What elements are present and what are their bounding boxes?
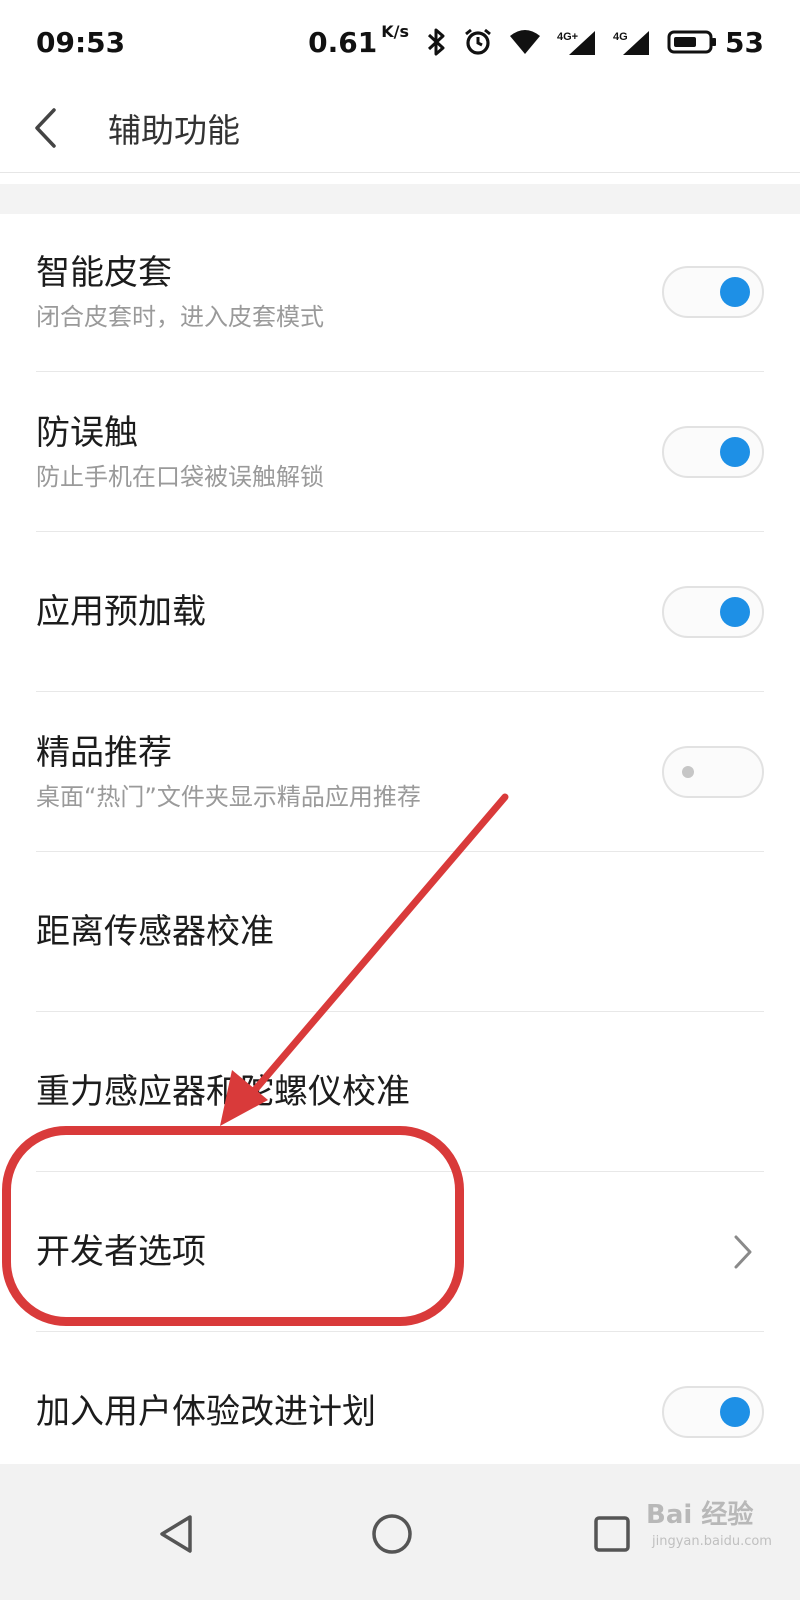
toggle-knob bbox=[720, 437, 750, 467]
page-title: 辅助功能 bbox=[108, 111, 240, 150]
svg-text:4G+: 4G+ bbox=[557, 31, 578, 43]
setting-texts: 精品推荐 桌面“热门”文件夹显示精品应用推荐 bbox=[36, 692, 421, 852]
ux-improvement-toggle[interactable] bbox=[662, 1386, 764, 1438]
app-bar: 辅助功能 bbox=[0, 84, 800, 173]
back-button[interactable] bbox=[0, 84, 90, 172]
recents-square-icon bbox=[594, 1516, 630, 1552]
setting-texts: 智能皮套 闭合皮套时，进入皮套模式 bbox=[36, 212, 324, 372]
status-bar: 09:53 0.61 K/s 4G+ 4G 53 bbox=[0, 0, 800, 84]
nav-home-button[interactable] bbox=[366, 1508, 418, 1560]
alarm-icon bbox=[463, 27, 493, 57]
setting-subtitle: 闭合皮套时，进入皮套模式 bbox=[36, 303, 324, 331]
setting-smart-cover[interactable]: 智能皮套 闭合皮套时，进入皮套模式 bbox=[0, 212, 800, 372]
setting-title: 加入用户体验改进计划 bbox=[36, 1392, 376, 1432]
svg-text:4G: 4G bbox=[613, 31, 628, 43]
setting-texts: 距离传感器校准 bbox=[36, 852, 274, 1012]
net-speed: 0.61 K/s bbox=[308, 22, 409, 59]
back-triangle-icon bbox=[160, 1515, 192, 1553]
nav-recents-button[interactable] bbox=[586, 1508, 638, 1560]
net-speed-unit: K/s bbox=[381, 21, 410, 41]
net-speed-value: 0.61 bbox=[308, 25, 378, 59]
setting-title: 智能皮套 bbox=[36, 253, 172, 293]
setting-title: 距离传感器校准 bbox=[36, 912, 274, 952]
setting-featured-recommend[interactable]: 精品推荐 桌面“热门”文件夹显示精品应用推荐 bbox=[0, 692, 800, 852]
smart-cover-toggle[interactable] bbox=[662, 266, 764, 318]
nav-back-button[interactable] bbox=[150, 1508, 202, 1560]
toggle-knob bbox=[720, 597, 750, 627]
watermark-text: Bai 经验 bbox=[646, 1500, 754, 1530]
anti-mistouch-toggle[interactable] bbox=[662, 426, 764, 478]
setting-subtitle: 防止手机在口袋被误触解锁 bbox=[36, 463, 324, 491]
setting-title: 精品推荐 bbox=[36, 733, 172, 773]
app-preload-toggle[interactable] bbox=[662, 586, 764, 638]
toggle-knob bbox=[682, 766, 694, 778]
battery-icon bbox=[667, 30, 717, 54]
setting-title: 应用预加载 bbox=[36, 592, 206, 632]
signal-4g-icon: 4G bbox=[613, 28, 651, 56]
watermark-url: jingyan.baidu.com bbox=[652, 1534, 772, 1549]
annotation-highlight-circle bbox=[2, 1126, 464, 1326]
toggle-knob bbox=[720, 1397, 750, 1427]
setting-subtitle: 桌面“热门”文件夹显示精品应用推荐 bbox=[36, 783, 421, 811]
status-time: 09:53 bbox=[36, 25, 126, 59]
setting-anti-mistouch[interactable]: 防误触 防止手机在口袋被误触解锁 bbox=[0, 372, 800, 532]
section-divider bbox=[0, 184, 800, 214]
setting-app-preload[interactable]: 应用预加载 bbox=[0, 532, 800, 692]
navigation-bar bbox=[0, 1464, 800, 1600]
battery: 53 bbox=[667, 26, 764, 59]
home-circle-icon bbox=[372, 1514, 412, 1554]
chevron-right-icon bbox=[734, 1235, 752, 1269]
signal-4g-plus-icon: 4G+ bbox=[557, 28, 597, 56]
setting-texts: 应用预加载 bbox=[36, 532, 206, 692]
toggle-knob bbox=[720, 277, 750, 307]
wifi-icon bbox=[509, 29, 541, 55]
featured-recommend-toggle[interactable] bbox=[662, 746, 764, 798]
chevron-left-icon bbox=[35, 108, 56, 148]
bluetooth-icon bbox=[425, 27, 447, 57]
status-icons: 0.61 K/s 4G+ 4G 53 bbox=[308, 22, 764, 59]
battery-level: 53 bbox=[725, 25, 764, 59]
setting-title: 防误触 bbox=[36, 413, 138, 453]
setting-proximity-calibration[interactable]: 距离传感器校准 bbox=[0, 852, 800, 1012]
setting-title: 重力感应器和陀螺仪校准 bbox=[36, 1072, 410, 1112]
setting-texts: 防误触 防止手机在口袋被误触解锁 bbox=[36, 372, 324, 532]
